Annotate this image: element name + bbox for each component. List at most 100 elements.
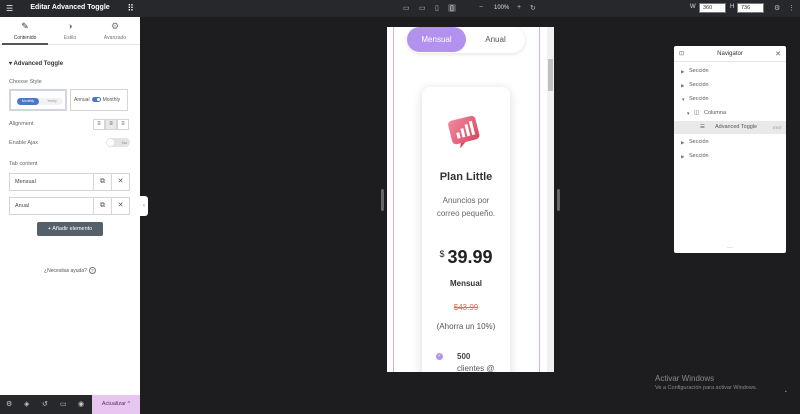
widgets-grid-icon[interactable]: ⠿: [127, 3, 134, 14]
widget-icon: ☰: [700, 124, 705, 130]
nav-item-label: Sección: [689, 153, 709, 159]
reset-zoom-icon[interactable]: ↻: [530, 4, 536, 12]
navigator-header: ⊡ Navigator ✕: [674, 46, 786, 62]
tab-item-anual[interactable]: Anual ⧉ ✕: [9, 197, 130, 215]
editor-panel: ☰ Editar Advanced Toggle ⠿ ✎ Contenido ◑…: [0, 0, 140, 414]
plan-description: Anuncios por correo pequeño.: [436, 196, 496, 218]
switch-right-label: Monthly: [102, 97, 121, 103]
half-circle-icon: ◑: [67, 21, 73, 31]
nav-item-seccion[interactable]: ▶ Sección: [674, 65, 786, 78]
toggle-anual[interactable]: Anual: [466, 27, 525, 52]
add-element-button[interactable]: + Añadir elemento: [37, 222, 103, 236]
tab-label: Avanzado: [103, 35, 127, 41]
tab-item-label: Anual: [15, 203, 30, 209]
tab-label: Contenido: [13, 35, 37, 41]
toggle-mensual[interactable]: Mensual: [407, 27, 466, 52]
ajax-toggle[interactable]: No: [106, 138, 130, 147]
close-icon[interactable]: ✕: [111, 174, 129, 190]
switch-preview: Annual Monthly: [74, 97, 120, 103]
mini-toggle-off: Yearly: [47, 99, 57, 103]
align-right-icon[interactable]: ≡: [117, 119, 129, 130]
question-icon: ?: [88, 267, 96, 274]
tab-item-mensual[interactable]: Mensual ⧉ ✕: [9, 173, 130, 191]
align-left-icon[interactable]: ≡: [93, 119, 105, 130]
old-price: $43.99: [453, 303, 479, 312]
zoom-out-icon[interactable]: −: [479, 4, 483, 11]
style-option-1[interactable]: Monthly Yearly: [9, 89, 67, 111]
layers-icon[interactable]: ◈: [24, 400, 29, 408]
choose-style-label: Choose Style: [9, 79, 42, 85]
nav-item-seccion[interactable]: ▶ Sección: [674, 150, 786, 163]
update-button[interactable]: Actualizar ^: [92, 395, 140, 414]
tab-contenido[interactable]: ✎ Contenido: [2, 17, 48, 45]
style-option-2[interactable]: Annual Monthly: [70, 89, 128, 111]
panel-title: Editar Advanced Toggle: [30, 4, 110, 11]
chevron-right-icon: ▶: [681, 69, 685, 74]
scroll-thumb[interactable]: [548, 59, 553, 91]
chevron-right-icon: ▶: [681, 83, 685, 88]
top-toolbar: ▭ ▭ ▯ ▯ − 100% + ↻ W 360 H 736 ⚙ ⋮: [140, 0, 800, 17]
nav-item-seccion[interactable]: ▼ Sección: [674, 93, 786, 106]
plan-name: Plan Little: [439, 171, 493, 183]
settings-icon[interactable]: ⚙: [6, 400, 12, 408]
enable-ajax-label: Enable Ajax: [9, 140, 39, 146]
alignment-control: ≡ ≡ ≡: [93, 119, 130, 130]
height-label: H: [730, 4, 735, 10]
nav-item-label: Sección: [689, 96, 709, 102]
tab-content-label: Tab content: [9, 161, 38, 167]
align-center-icon[interactable]: ≡: [105, 119, 117, 130]
billing-period: Mensual: [449, 279, 482, 288]
tab-avanzado[interactable]: ⚙ Avanzado: [92, 17, 138, 45]
guide-line: [393, 27, 394, 372]
preview-eye-icon[interactable]: ◉: [78, 400, 84, 408]
chevron-right-icon: ▶: [681, 140, 685, 145]
resize-handle-left[interactable]: [381, 189, 384, 211]
laptop-icon[interactable]: ▭: [419, 4, 426, 12]
watermark-line-2: Ve a Configuración para activar Windows.: [655, 385, 758, 391]
panel-tabs: ✎ Contenido ◑ Estilo ⚙ Avanzado: [0, 17, 140, 45]
style-picker: Monthly Yearly Annual Monthly: [9, 89, 128, 111]
nav-item-columna[interactable]: ▼ ◫ Columna: [674, 107, 786, 120]
price-amount: 39.99: [447, 247, 493, 267]
chat-bubble-icon[interactable]: ◔: [783, 389, 787, 396]
nav-item-advanced-toggle[interactable]: ☰ Advanced Toggle EXIT: [674, 121, 786, 134]
desktop-icon[interactable]: ▭: [403, 4, 410, 12]
nav-item-label: Columna: [704, 110, 727, 116]
history-icon[interactable]: ↺: [42, 400, 48, 408]
feature-bold: 500: [457, 352, 471, 361]
add-element-label: Añadir elemento: [52, 226, 93, 232]
close-icon[interactable]: ✕: [775, 50, 781, 58]
tablet-icon[interactable]: ▯: [435, 4, 439, 12]
toggle-value: No: [121, 140, 127, 145]
toggle-knob: [107, 139, 114, 146]
section-toggle-header[interactable]: ▾ Advanced Toggle: [9, 60, 63, 67]
collapse-panel-icon[interactable]: ‹: [140, 196, 148, 216]
resize-handle-right[interactable]: [557, 189, 560, 211]
navigator-resize-handle[interactable]: ···: [674, 245, 786, 251]
tab-item-label: Mensual: [15, 179, 36, 185]
duplicate-icon[interactable]: ⧉: [93, 174, 111, 190]
width-input[interactable]: 360: [699, 3, 726, 13]
height-input[interactable]: 736: [737, 3, 764, 13]
more-icon[interactable]: ⋮: [788, 4, 795, 12]
nav-item-seccion[interactable]: ▶ Sección: [674, 136, 786, 149]
section-title: Advanced Toggle: [13, 61, 64, 67]
exit-tag[interactable]: EXIT: [773, 121, 782, 134]
tab-estilo[interactable]: ◑ Estilo: [47, 17, 93, 45]
preview-scrollbar[interactable]: [547, 27, 554, 372]
switch-left-label: Annual: [74, 97, 90, 103]
help-link[interactable]: ¿Necesitas ayuda??: [0, 267, 140, 274]
mobile-icon[interactable]: ▯: [448, 4, 456, 12]
nav-item-label: Sección: [689, 82, 709, 88]
navigator-panel: ⊡ Navigator ✕ ▶ Sección ▶ Sección ▼ Sección…: [674, 46, 786, 253]
duplicate-icon[interactable]: ⧉: [93, 198, 111, 214]
nav-item-seccion[interactable]: ▶ Sección: [674, 79, 786, 92]
zoom-in-icon[interactable]: +: [517, 4, 521, 11]
chevron-down-icon: ▼: [686, 111, 691, 116]
guide-line: [539, 27, 540, 372]
close-icon[interactable]: ✕: [111, 198, 129, 214]
gear-icon: ⚙: [110, 21, 120, 31]
alignment-label: Alignment: [9, 121, 34, 127]
gear-icon[interactable]: ⚙: [774, 4, 780, 12]
responsive-icon[interactable]: ▭: [60, 400, 67, 408]
